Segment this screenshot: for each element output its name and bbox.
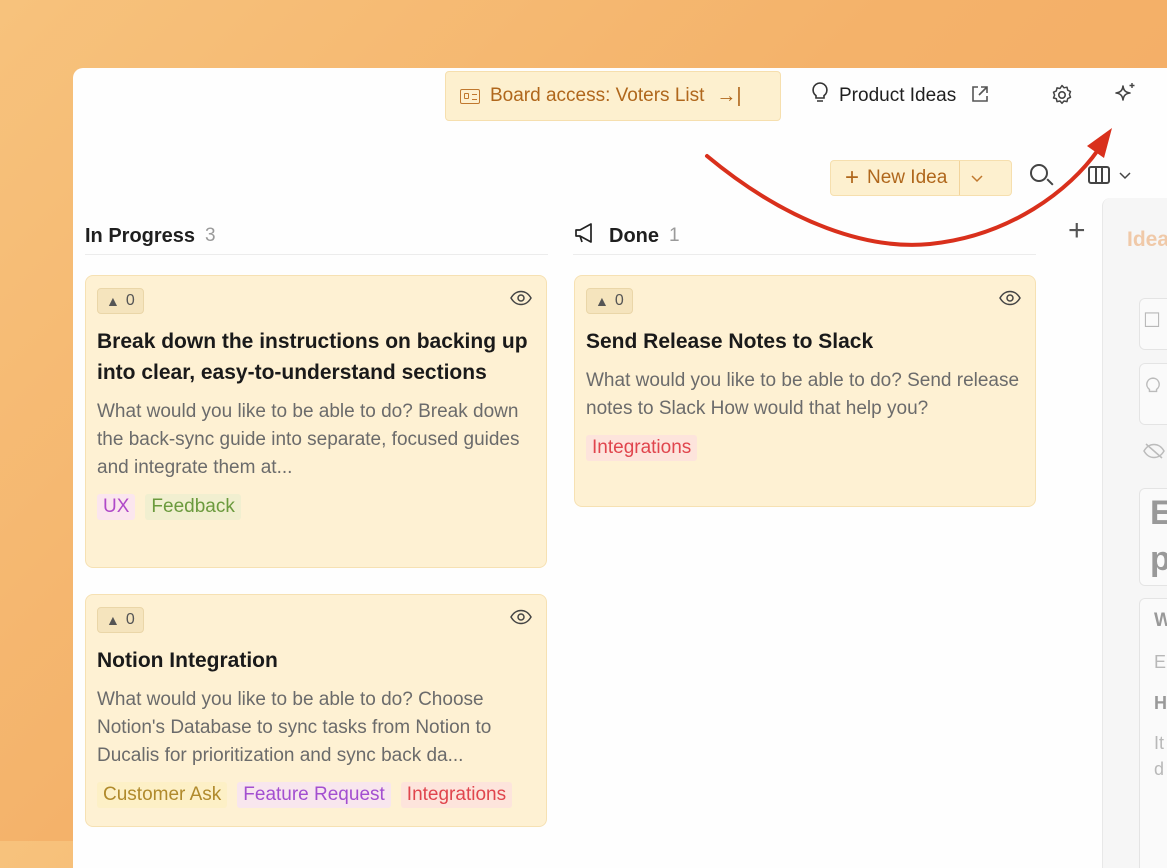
card-title: Send Release Notes to Slack: [586, 330, 874, 353]
app-window: Board access: Voters List →| Product Ide…: [73, 68, 1167, 868]
chevron-down-icon[interactable]: [960, 170, 994, 186]
tag[interactable]: Customer Ask: [97, 782, 228, 808]
vote-count: 0: [614, 292, 624, 309]
lightbulb-icon: [811, 82, 829, 110]
tag[interactable]: UX: [97, 494, 136, 520]
panel-text-fragment: d: [1154, 759, 1165, 779]
eye-icon[interactable]: [510, 609, 532, 630]
lightbulb-icon: [1145, 376, 1161, 404]
vote-button[interactable]: ▲ 0: [586, 288, 633, 314]
sparkle-icon[interactable]: [1111, 80, 1139, 115]
id-card-icon: [460, 88, 480, 104]
tag[interactable]: Integrations: [586, 435, 698, 461]
column-count: 1: [669, 225, 680, 246]
upvote-icon: ▲: [106, 293, 120, 309]
columns-view-toggle[interactable]: [1088, 166, 1132, 184]
chevron-down-icon: [1118, 168, 1132, 183]
column-title: In Progress: [85, 224, 196, 247]
board-name-link[interactable]: Product Ideas: [811, 82, 990, 110]
new-idea-button[interactable]: + New Idea: [831, 161, 961, 195]
vote-count: 0: [125, 611, 135, 628]
tag[interactable]: Feature Request: [237, 782, 391, 808]
panel-title-fragment: p: [1150, 540, 1167, 578]
card-description: What would you like to be able to do? Ch…: [97, 689, 492, 766]
arrow-to-end-icon: →|: [716, 84, 742, 107]
card-title: Notion Integration: [97, 649, 278, 672]
panel-text-fragment: It: [1154, 733, 1165, 753]
new-idea-button-group: + New Idea: [830, 160, 1012, 196]
upvote-icon: ▲: [595, 293, 609, 309]
external-link-icon[interactable]: [970, 84, 990, 109]
vote-button[interactable]: ▲ 0: [97, 288, 144, 314]
upvote-icon: ▲: [106, 612, 120, 628]
idea-card[interactable]: ▲ 0 Break down the instructions on backi…: [85, 275, 547, 568]
board-access-label: Board access: Voters List: [490, 85, 705, 106]
idea-card[interactable]: ▲ 0 Send Release Notes to Slack What wou…: [574, 275, 1036, 507]
tag-list: Customer Ask Feature Request Integration…: [97, 782, 535, 808]
column-header-done: Done 1: [573, 218, 1036, 255]
eye-off-icon: [1143, 442, 1165, 465]
search-icon[interactable]: [1030, 164, 1048, 182]
board-access-button[interactable]: Board access: Voters List →|: [445, 71, 781, 121]
tag-list: Integrations: [586, 435, 1024, 461]
panel-text-fragment: E: [1154, 652, 1167, 672]
card-description: What would you like to be able to do? Se…: [586, 370, 1020, 419]
column-header-in-progress: In Progress 3: [85, 218, 548, 255]
megaphone-icon: [573, 222, 599, 250]
board-name: Product Ideas: [839, 85, 957, 106]
new-idea-label: New Idea: [867, 167, 948, 188]
columns-icon: [1088, 166, 1110, 184]
plus-icon: +: [845, 164, 860, 191]
card-title: Break down the instructions on backing u…: [97, 330, 528, 384]
vote-count: 0: [125, 292, 135, 309]
panel-title-fragment: E: [1150, 494, 1167, 532]
column-title: Done: [609, 224, 659, 247]
card-description: What would you like to be able to do? Br…: [97, 401, 520, 478]
tag[interactable]: Feedback: [145, 494, 241, 520]
gear-icon[interactable]: [1050, 83, 1074, 113]
tag[interactable]: Integrations: [400, 782, 513, 808]
vote-button[interactable]: ▲ 0: [97, 607, 144, 633]
add-column-button[interactable]: +: [1068, 214, 1086, 248]
panel-text-fragment: H: [1154, 693, 1167, 713]
column-count: 3: [205, 225, 216, 246]
idea-side-panel: Idea ☐ E p W E H It d: [1102, 198, 1167, 868]
checkbox-icon: ☐: [1143, 310, 1161, 332]
eye-icon[interactable]: [510, 290, 532, 311]
tag-list: UX Feedback: [97, 494, 535, 520]
idea-card[interactable]: ▲ 0 Notion Integration What would you li…: [85, 594, 547, 827]
panel-title: Idea: [1127, 228, 1167, 251]
eye-icon[interactable]: [999, 290, 1021, 311]
panel-text-fragment: W: [1154, 610, 1167, 631]
